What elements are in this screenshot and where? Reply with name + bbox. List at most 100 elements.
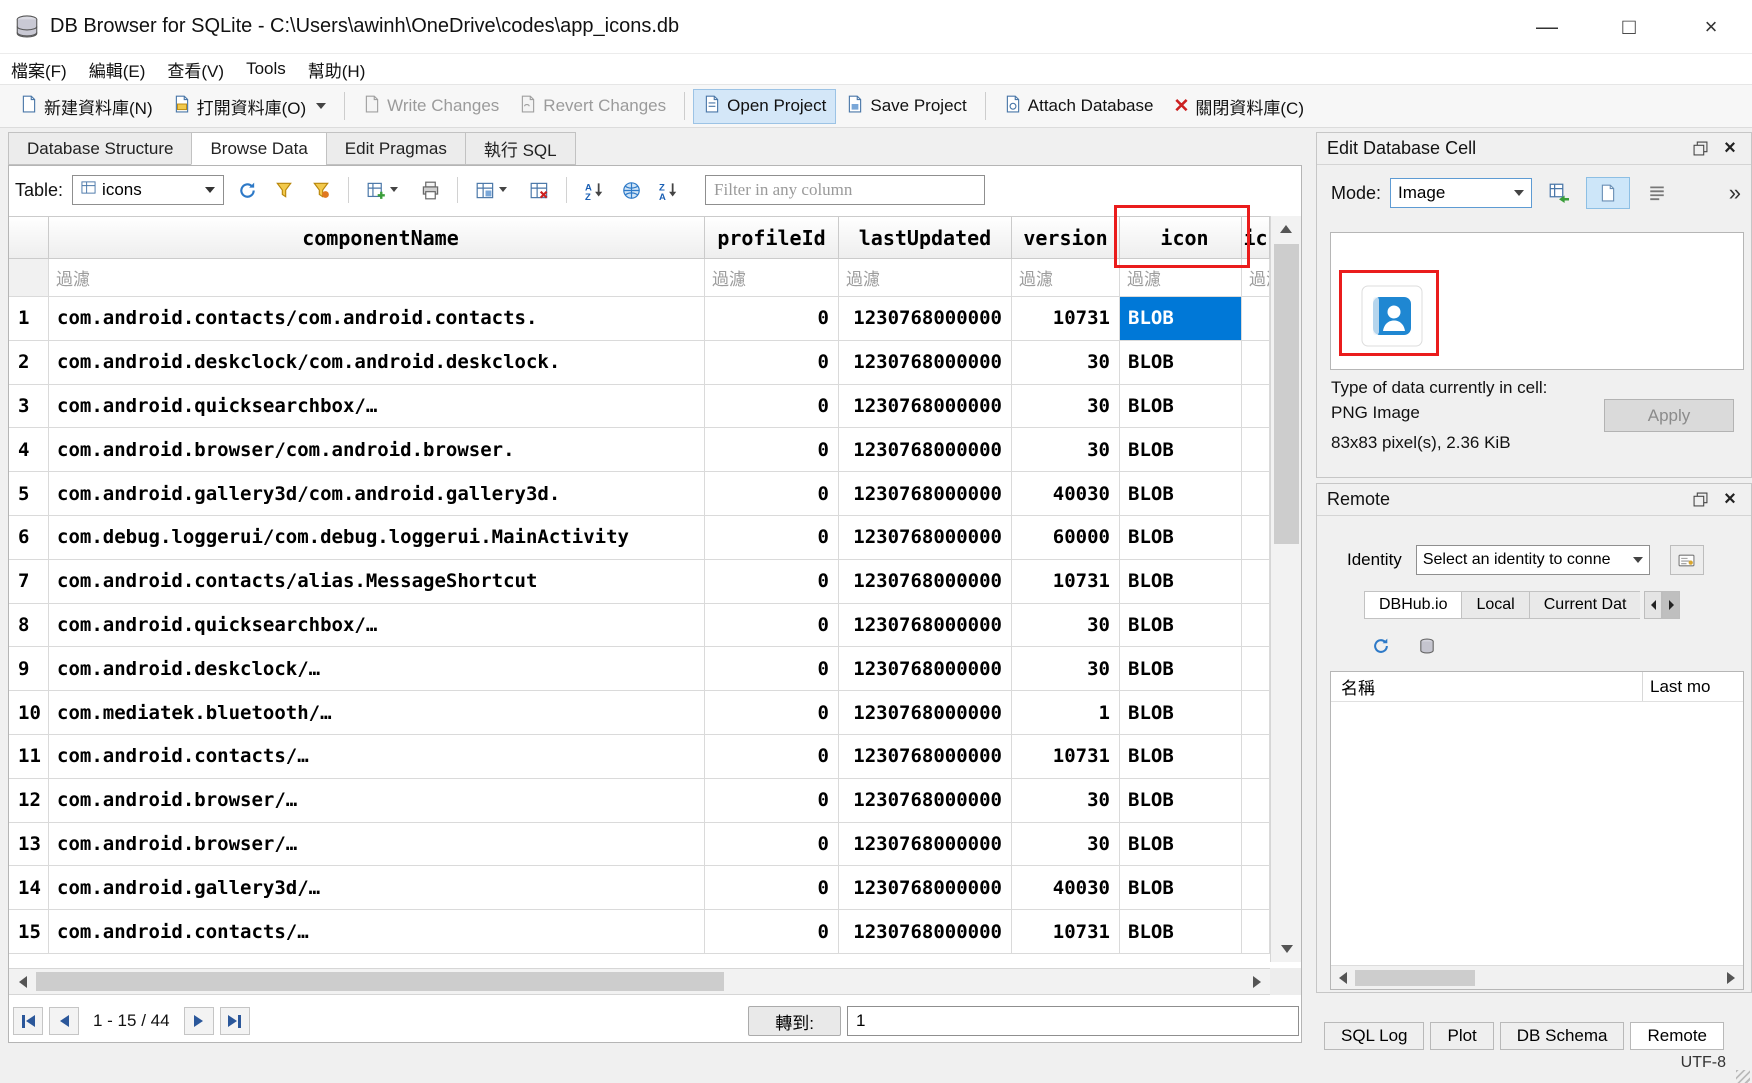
cell-componentName[interactable]: com.android.browser/… bbox=[49, 779, 705, 823]
cell-profileId[interactable]: 0 bbox=[705, 341, 839, 385]
scroll-left-icon[interactable] bbox=[9, 969, 36, 994]
remote-clone-button[interactable] bbox=[1413, 632, 1441, 660]
cell-version[interactable]: 10731 bbox=[1012, 735, 1120, 779]
remote-tab-local[interactable]: Local bbox=[1461, 591, 1528, 619]
tab-browse-data[interactable]: Browse Data bbox=[191, 132, 325, 165]
column-header-componentName[interactable]: componentName bbox=[49, 216, 705, 259]
menu-edit[interactable]: 編輯(E) bbox=[78, 54, 157, 84]
encoding-button[interactable] bbox=[617, 176, 645, 204]
cell-version[interactable]: 30 bbox=[1012, 385, 1120, 429]
tab-edit-pragmas[interactable]: Edit Pragmas bbox=[326, 132, 465, 165]
cell-clipped[interactable] bbox=[1242, 779, 1270, 823]
tab-scroll-right-icon[interactable] bbox=[1662, 591, 1680, 619]
dock-tab-remote[interactable]: Remote bbox=[1630, 1022, 1724, 1050]
cell-version[interactable]: 30 bbox=[1012, 341, 1120, 385]
cell-icon[interactable]: BLOB bbox=[1120, 691, 1242, 735]
cell-version[interactable]: 30 bbox=[1012, 647, 1120, 691]
maximize-button[interactable]: □ bbox=[1610, 8, 1648, 46]
open-database-dropdown-icon[interactable] bbox=[316, 103, 326, 109]
undock-icon[interactable] bbox=[1689, 489, 1711, 511]
filter-profileId[interactable]: 過濾 bbox=[705, 259, 839, 297]
cell-lastUpdated[interactable]: 1230768000000 bbox=[839, 385, 1012, 429]
cell-icon[interactable]: BLOB bbox=[1120, 297, 1242, 341]
cell-version[interactable]: 10731 bbox=[1012, 910, 1120, 954]
filter-version[interactable]: 過濾 bbox=[1012, 259, 1120, 297]
filter-clipped[interactable]: 過濾 bbox=[1242, 259, 1270, 297]
previous-page-button[interactable] bbox=[49, 1007, 79, 1035]
cell-profileId[interactable]: 0 bbox=[705, 385, 839, 429]
cell-icon[interactable]: BLOB bbox=[1120, 866, 1242, 910]
import-certificate-button[interactable] bbox=[1670, 545, 1704, 575]
row-number[interactable]: 15 bbox=[9, 910, 49, 954]
close-button[interactable]: × bbox=[1692, 8, 1730, 46]
menu-help[interactable]: 幫助(H) bbox=[297, 54, 377, 84]
horizontal-scrollbar-thumb[interactable] bbox=[36, 972, 724, 991]
column-header-icon[interactable]: icon bbox=[1120, 216, 1242, 259]
cell-clipped[interactable] bbox=[1242, 910, 1270, 954]
save-results-button[interactable] bbox=[471, 176, 499, 204]
goto-input[interactable] bbox=[847, 1006, 1299, 1036]
cell-profileId[interactable]: 0 bbox=[705, 647, 839, 691]
remote-refresh-button[interactable] bbox=[1367, 632, 1395, 660]
row-number[interactable]: 14 bbox=[9, 866, 49, 910]
next-page-button[interactable] bbox=[184, 1007, 214, 1035]
filter-condition-button[interactable] bbox=[307, 176, 335, 204]
cell-clipped[interactable] bbox=[1242, 823, 1270, 867]
remote-horizontal-scrollbar[interactable] bbox=[1331, 965, 1743, 989]
goto-button[interactable]: 轉到: bbox=[748, 1006, 841, 1036]
new-database-button[interactable]: 新建資料庫(N) bbox=[10, 88, 163, 125]
scroll-up-icon[interactable] bbox=[1271, 216, 1301, 242]
row-number[interactable]: 5 bbox=[9, 472, 49, 516]
filter-componentName[interactable]: 過濾 bbox=[49, 259, 705, 297]
cell-profileId[interactable]: 0 bbox=[705, 823, 839, 867]
cell-icon[interactable]: BLOB bbox=[1120, 604, 1242, 648]
cell-icon[interactable]: BLOB bbox=[1120, 779, 1242, 823]
identity-select[interactable]: Select an identity to conne bbox=[1416, 545, 1650, 575]
row-number[interactable]: 1 bbox=[9, 297, 49, 341]
cell-lastUpdated[interactable]: 1230768000000 bbox=[839, 297, 1012, 341]
cell-clipped[interactable] bbox=[1242, 385, 1270, 429]
open-database-button[interactable]: 打開資料庫(O) bbox=[163, 88, 337, 125]
vertical-scrollbar[interactable] bbox=[1270, 216, 1301, 962]
cell-componentName[interactable]: com.android.browser/com.android.browser. bbox=[49, 428, 705, 472]
attach-database-button[interactable]: Attach Database bbox=[994, 89, 1164, 124]
cell-clipped[interactable] bbox=[1242, 297, 1270, 341]
clear-record-button[interactable] bbox=[525, 176, 553, 204]
menu-file[interactable]: 檔案(F) bbox=[0, 54, 78, 84]
cell-version[interactable]: 30 bbox=[1012, 823, 1120, 867]
cell-version[interactable]: 60000 bbox=[1012, 516, 1120, 560]
resize-grip-icon[interactable] bbox=[1736, 1070, 1750, 1083]
cell-profileId[interactable]: 0 bbox=[705, 735, 839, 779]
close-database-button[interactable]: ✕ 關閉資料庫(C) bbox=[1163, 88, 1314, 125]
cell-lastUpdated[interactable]: 1230768000000 bbox=[839, 647, 1012, 691]
cell-lastUpdated[interactable]: 1230768000000 bbox=[839, 472, 1012, 516]
cell-clipped[interactable] bbox=[1242, 472, 1270, 516]
cell-componentName[interactable]: com.android.gallery3d/com.android.galler… bbox=[49, 472, 705, 516]
cell-clipped[interactable] bbox=[1242, 735, 1270, 779]
cell-lastUpdated[interactable]: 1230768000000 bbox=[839, 341, 1012, 385]
toolbar-overflow-icon[interactable]: » bbox=[1729, 180, 1741, 206]
tab-scroll-left-icon[interactable] bbox=[1644, 591, 1662, 619]
clear-filters-button[interactable] bbox=[270, 176, 298, 204]
cell-icon[interactable]: BLOB bbox=[1120, 560, 1242, 604]
cell-version[interactable]: 10731 bbox=[1012, 297, 1120, 341]
scroll-down-icon[interactable] bbox=[1271, 936, 1302, 962]
minimize-button[interactable]: — bbox=[1528, 8, 1566, 46]
cell-profileId[interactable]: 0 bbox=[705, 691, 839, 735]
cell-profileId[interactable]: 0 bbox=[705, 516, 839, 560]
cell-clipped[interactable] bbox=[1242, 866, 1270, 910]
cell-icon[interactable]: BLOB bbox=[1120, 385, 1242, 429]
scroll-right-icon[interactable] bbox=[1719, 966, 1743, 989]
horizontal-scrollbar[interactable] bbox=[9, 968, 1270, 995]
cell-clipped[interactable] bbox=[1242, 647, 1270, 691]
menu-tools[interactable]: Tools bbox=[235, 54, 297, 84]
cell-clipped[interactable] bbox=[1242, 560, 1270, 604]
cell-version[interactable]: 30 bbox=[1012, 604, 1120, 648]
cell-lastUpdated[interactable]: 1230768000000 bbox=[839, 910, 1012, 954]
column-header-version[interactable]: version bbox=[1012, 216, 1120, 259]
sort-ascending-button[interactable]: AZ bbox=[580, 176, 608, 204]
scroll-left-icon[interactable] bbox=[1331, 966, 1355, 989]
table-select[interactable]: icons bbox=[72, 175, 224, 205]
cell-lastUpdated[interactable]: 1230768000000 bbox=[839, 866, 1012, 910]
cell-icon[interactable]: BLOB bbox=[1120, 647, 1242, 691]
